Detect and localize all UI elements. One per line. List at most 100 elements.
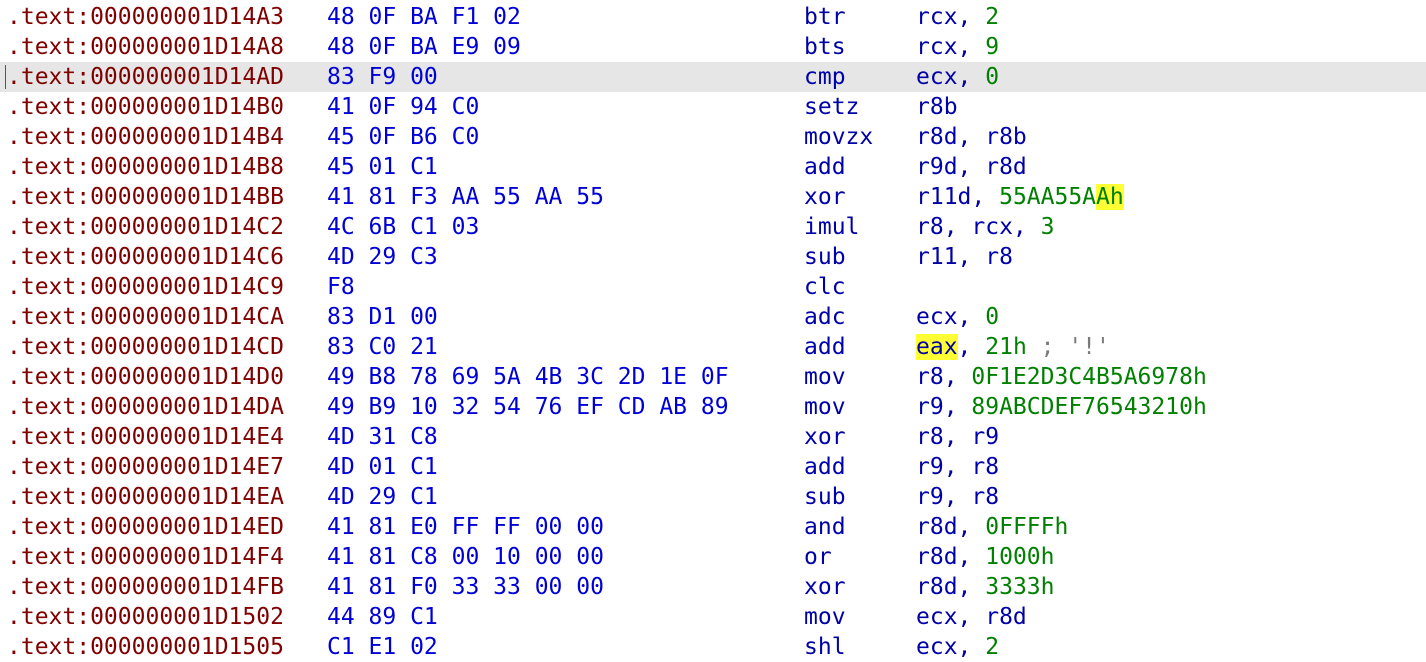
operand-text[interactable]: r8, rcx, xyxy=(916,214,1041,240)
mnemonic[interactable]: add xyxy=(804,452,846,482)
address[interactable]: .text:000000001D14B0 xyxy=(7,92,284,122)
immediate-value[interactable]: 9 xyxy=(985,34,999,60)
listing-row[interactable]: .text:000000001D1505 C1 E1 02 shl ecx, 2 xyxy=(0,632,1426,662)
operand-text[interactable]: r8b xyxy=(916,94,958,120)
mnemonic[interactable]: or xyxy=(804,542,832,572)
mnemonic[interactable]: btr xyxy=(804,2,846,32)
operands[interactable]: ecx, 2 xyxy=(916,632,999,662)
listing-row[interactable]: .text:000000001D14C2 4C 6B C1 03 imul r8, r… xyxy=(0,212,1426,242)
listing-row[interactable]: .text:000000001D14B0 41 0F 94 C0 setz r8b xyxy=(0,92,1426,122)
listing-row[interactable]: .text:000000001D14CA 83 D1 00 adc ecx, 0 xyxy=(0,302,1426,332)
operands[interactable]: r8, r9 xyxy=(916,422,999,452)
operand-text[interactable]: r9, xyxy=(916,394,971,420)
listing-row[interactable]: .text:000000001D14BB 41 81 F3 AA 55 AA 55… xyxy=(0,182,1426,212)
operand-text[interactable]: ecx, xyxy=(916,64,985,90)
mnemonic[interactable]: sub xyxy=(804,242,846,272)
address[interactable]: .text:000000001D14F4 xyxy=(7,542,284,572)
operands[interactable]: r8d, r8b xyxy=(916,122,1027,152)
mnemonic[interactable]: xor xyxy=(804,572,846,602)
address[interactable]: .text:000000001D14BB xyxy=(7,182,284,212)
mnemonic[interactable]: mov xyxy=(804,392,846,422)
listing-row-current[interactable]: .text:000000001D14AD 83 F9 00 cmp ecx, 0 xyxy=(0,62,1426,92)
mnemonic[interactable]: mov xyxy=(804,602,846,632)
mnemonic[interactable]: xor xyxy=(804,422,846,452)
listing-row[interactable]: .text:000000001D14D0 49 B8 78 69 5A 4B 3C… xyxy=(0,362,1426,392)
operands[interactable]: rcx, 2 xyxy=(916,2,999,32)
operand-text[interactable]: ecx, xyxy=(916,304,985,330)
operands[interactable]: r11, r8 xyxy=(916,242,1013,272)
listing-row[interactable]: .text:000000001D14FB 41 81 F0 33 33 00 00… xyxy=(0,572,1426,602)
address[interactable]: .text:000000001D14ED xyxy=(7,512,284,542)
immediate-value[interactable]: 21h xyxy=(985,334,1027,360)
mnemonic[interactable]: sub xyxy=(804,482,846,512)
mnemonic[interactable]: setz xyxy=(804,92,859,122)
address[interactable]: .text:000000001D14B4 xyxy=(7,122,284,152)
address[interactable]: .text:000000001D14C2 xyxy=(7,212,284,242)
immediate-value[interactable]: 2 xyxy=(985,634,999,660)
address[interactable]: .text:000000001D14FB xyxy=(7,572,284,602)
operands[interactable]: rcx, 9 xyxy=(916,32,999,62)
listing-row[interactable]: .text:000000001D14C6 4D 29 C3 sub r11, r8 xyxy=(0,242,1426,272)
operand-text[interactable]: r8d, xyxy=(916,514,985,540)
address[interactable]: .text:000000001D14D0 xyxy=(7,362,284,392)
operands[interactable]: r11d, 55AA55AAh xyxy=(916,182,1124,212)
operands[interactable]: eax, 21h ; '!' xyxy=(916,332,1110,362)
immediate-value[interactable]: 0 xyxy=(985,64,999,90)
immediate-value[interactable]: 3 xyxy=(1041,214,1055,240)
operands[interactable]: r8, 0F1E2D3C4B5A6978h xyxy=(916,362,1207,392)
operands[interactable]: ecx, 0 xyxy=(916,62,999,92)
operand-text[interactable]: r11d, xyxy=(916,184,999,210)
listing-row[interactable]: .text:000000001D14A8 48 0F BA E9 09 bts rcx… xyxy=(0,32,1426,62)
listing-row[interactable]: .text:000000001D14B8 45 01 C1 add r9d, r8d xyxy=(0,152,1426,182)
listing-row[interactable]: .text:000000001D14E4 4D 31 C8 xor r8, r9 xyxy=(0,422,1426,452)
listing-row[interactable]: .text:000000001D14C9 F8 clc xyxy=(0,272,1426,302)
operand-text[interactable]: ecx, xyxy=(916,634,985,660)
highlighted-token[interactable]: eax xyxy=(916,334,958,360)
disassembly-listing[interactable]: .text:000000001D149E48 0F BA F9 05btcrcx… xyxy=(0,0,1426,662)
operands[interactable]: r8d, 3333h xyxy=(916,572,1055,602)
immediate-value[interactable]: 1000h xyxy=(985,544,1054,570)
operand-text[interactable]: r8d, xyxy=(916,544,985,570)
address[interactable]: .text:000000001D14CD xyxy=(7,332,284,362)
mnemonic[interactable]: cmp xyxy=(804,62,846,92)
operand-text[interactable]: r8, xyxy=(916,364,971,390)
operand-text[interactable]: r8, r9 xyxy=(916,424,999,450)
listing-row[interactable]: .text:000000001D14F4 41 81 C8 00 10 00 00… xyxy=(0,542,1426,572)
operands[interactable]: r8, rcx, 3 xyxy=(916,212,1054,242)
operand-text[interactable]: ecx, r8d xyxy=(916,604,1027,630)
address[interactable]: .text:000000001D1502 xyxy=(7,602,284,632)
mnemonic[interactable]: bts xyxy=(804,32,846,62)
immediate-value[interactable]: 89ABCDEF76543210h xyxy=(971,394,1206,420)
operands[interactable]: ecx, r8d xyxy=(916,602,1027,632)
operands[interactable]: ecx, 0 xyxy=(916,302,999,332)
operands[interactable]: r8b xyxy=(916,92,958,122)
address[interactable]: .text:000000001D14E7 xyxy=(7,452,284,482)
mnemonic[interactable]: clc xyxy=(804,272,846,302)
address[interactable]: .text:000000001D14CA xyxy=(7,302,284,332)
listing-row[interactable]: .text:000000001D14EA 4D 29 C1 sub r9, r8 xyxy=(0,482,1426,512)
immediate-value[interactable]: 0F1E2D3C4B5A6978h xyxy=(971,364,1206,390)
mnemonic[interactable]: and xyxy=(804,512,846,542)
immediate-value[interactable]: 3333h xyxy=(985,574,1054,600)
mnemonic[interactable]: movzx xyxy=(804,122,873,152)
address[interactable]: .text:000000001D14C9 xyxy=(7,272,284,302)
operand-text[interactable]: r11, r8 xyxy=(916,244,1013,270)
operand-text[interactable]: rcx, xyxy=(916,34,985,60)
operands[interactable]: r8d, 0FFFFh xyxy=(916,512,1068,542)
address[interactable]: .text:000000001D14AD xyxy=(7,62,284,92)
immediate-value[interactable]: 55AA55A xyxy=(999,184,1096,210)
mnemonic[interactable]: shl xyxy=(804,632,846,662)
listing-row[interactable]: .text:000000001D14DA 49 B9 10 32 54 76 EF… xyxy=(0,392,1426,422)
address[interactable]: .text:000000001D14C6 xyxy=(7,242,284,272)
operand-text[interactable]: r8d, xyxy=(916,574,985,600)
listing-row[interactable]: .text:000000001D14B4 45 0F B6 C0 movzx r8d,… xyxy=(0,122,1426,152)
operands[interactable]: r9, r8 xyxy=(916,482,999,512)
operand-text[interactable]: r9d, r8d xyxy=(916,154,1027,180)
address[interactable]: .text:000000001D14B8 xyxy=(7,152,284,182)
operands[interactable]: r9, 89ABCDEF76543210h xyxy=(916,392,1207,422)
address[interactable]: .text:000000001D14A3 xyxy=(7,2,284,32)
operand-text[interactable]: rcx, xyxy=(916,4,985,30)
operands[interactable]: r8d, 1000h xyxy=(916,542,1055,572)
address[interactable]: .text:000000001D14A8 xyxy=(7,32,284,62)
address[interactable]: .text:000000001D14E4 xyxy=(7,422,284,452)
